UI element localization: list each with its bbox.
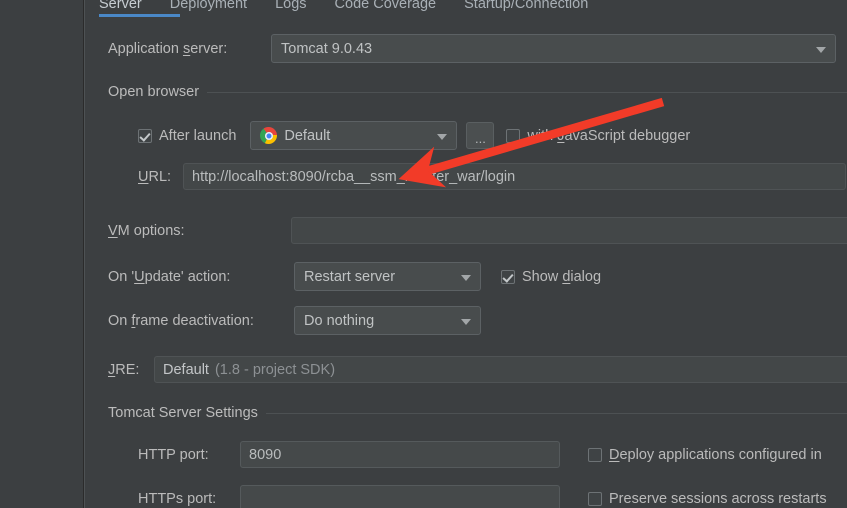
left-gutter xyxy=(0,0,84,508)
browser-more-button[interactable]: ... xyxy=(466,122,495,149)
tomcat-server-settings-group-header: Tomcat Server Settings xyxy=(108,405,847,421)
on-update-action-row: On 'Update' action: Restart server Show … xyxy=(108,262,601,291)
config-tab-strip: Server Deployment Logs Code Coverage Sta… xyxy=(85,0,847,18)
application-server-label: Application server: xyxy=(108,40,228,57)
js-debugger-checkbox[interactable] xyxy=(506,128,521,143)
deploy-apps-label: Deploy applications configured in xyxy=(609,446,822,463)
tab-startup-connection-label: Startup/Connection xyxy=(464,0,589,12)
chevron-down-icon xyxy=(816,46,826,53)
show-dialog-label: Show dialog xyxy=(522,268,602,285)
tomcat-run-configuration-panel: Server Deployment Logs Code Coverage Sta… xyxy=(0,0,847,508)
application-server-combo[interactable]: Tomcat 9.0.43 xyxy=(271,34,836,63)
preserve-sessions-checkbox[interactable] xyxy=(588,491,602,506)
js-debugger-label: with JavaScript debugger xyxy=(527,127,691,144)
show-dialog-checkbox[interactable] xyxy=(501,269,515,284)
tab-code-coverage[interactable]: Code Coverage xyxy=(335,0,437,14)
jre-value: Default xyxy=(163,361,209,378)
jre-input[interactable]: Default (1.8 - project SDK) xyxy=(154,356,847,383)
url-value: http://localhost:8090/rcba__ssm_master_w… xyxy=(192,168,516,185)
browser-more-button-label: ... xyxy=(474,131,486,146)
vm-options-row: VM options: xyxy=(108,217,847,244)
on-frame-deactivation-value: Do nothing xyxy=(304,312,375,329)
chrome-icon xyxy=(260,127,278,144)
open-browser-group-title: Open browser xyxy=(108,84,200,100)
tomcat-server-settings-group-title: Tomcat Server Settings xyxy=(108,405,258,421)
https-port-row: HTTPs port: Preserve sessions across res… xyxy=(138,485,827,508)
on-update-action-value: Restart server xyxy=(304,268,396,285)
url-label: URL: xyxy=(138,168,172,185)
on-frame-deactivation-row: On frame deactivation: Do nothing xyxy=(108,306,481,335)
tab-selected-underline xyxy=(99,14,180,17)
tab-logs-label: Logs xyxy=(275,0,307,12)
jre-row: JRE: Default (1.8 - project SDK) xyxy=(108,356,847,383)
vm-options-label: VM options: xyxy=(108,222,185,239)
on-update-action-combo[interactable]: Restart server xyxy=(294,262,481,291)
http-port-row: HTTP port: 8090 Deploy applications conf… xyxy=(138,441,822,468)
tab-deployment-label: Deployment xyxy=(169,0,248,12)
browser-select-combo[interactable]: Default xyxy=(250,121,458,150)
http-port-value: 8090 xyxy=(249,446,282,463)
open-browser-group-line xyxy=(207,91,847,93)
http-port-input[interactable]: 8090 xyxy=(240,441,560,468)
jre-hint: (1.8 - project SDK) xyxy=(214,361,336,378)
on-frame-deactivation-label: On frame deactivation: xyxy=(108,312,254,329)
http-port-label: HTTP port: xyxy=(138,446,209,463)
after-launch-label: After launch xyxy=(159,127,237,144)
application-server-value: Tomcat 9.0.43 xyxy=(281,40,373,57)
url-row: URL: http://localhost:8090/rcba__ssm_mas… xyxy=(138,163,846,190)
open-browser-group-header: Open browser xyxy=(108,84,847,100)
jre-label: JRE: xyxy=(108,361,140,378)
tab-deployment[interactable]: Deployment xyxy=(170,0,247,14)
tab-rail xyxy=(85,16,847,17)
chevron-down-icon xyxy=(461,274,471,281)
tab-server-label: Server xyxy=(99,0,142,12)
after-launch-checkbox[interactable] xyxy=(138,128,152,143)
tomcat-server-settings-group-line xyxy=(265,412,847,414)
tab-logs[interactable]: Logs xyxy=(275,0,306,14)
on-frame-deactivation-combo[interactable]: Do nothing xyxy=(294,306,481,335)
https-port-input[interactable] xyxy=(240,485,560,508)
chevron-down-icon xyxy=(437,133,448,140)
tab-server[interactable]: Server xyxy=(99,0,142,14)
deploy-apps-checkbox[interactable] xyxy=(588,447,602,462)
on-update-action-label: On 'Update' action: xyxy=(108,268,231,285)
after-launch-row: After launch Default ... with JavaScript… xyxy=(138,121,690,150)
chevron-down-icon xyxy=(461,318,471,325)
browser-select-value: Default xyxy=(284,127,331,144)
https-port-label: HTTPs port: xyxy=(138,490,217,507)
application-server-row: Application server: Tomcat 9.0.43 xyxy=(108,34,836,63)
tab-startup-connection[interactable]: Startup/Connection xyxy=(464,0,588,14)
vm-options-input[interactable] xyxy=(291,217,847,244)
url-input[interactable]: http://localhost:8090/rcba__ssm_master_w… xyxy=(183,163,846,190)
preserve-sessions-label: Preserve sessions across restarts xyxy=(609,490,827,507)
tab-code-coverage-label: Code Coverage xyxy=(334,0,437,12)
server-settings-content: Server Deployment Logs Code Coverage Sta… xyxy=(85,0,847,508)
